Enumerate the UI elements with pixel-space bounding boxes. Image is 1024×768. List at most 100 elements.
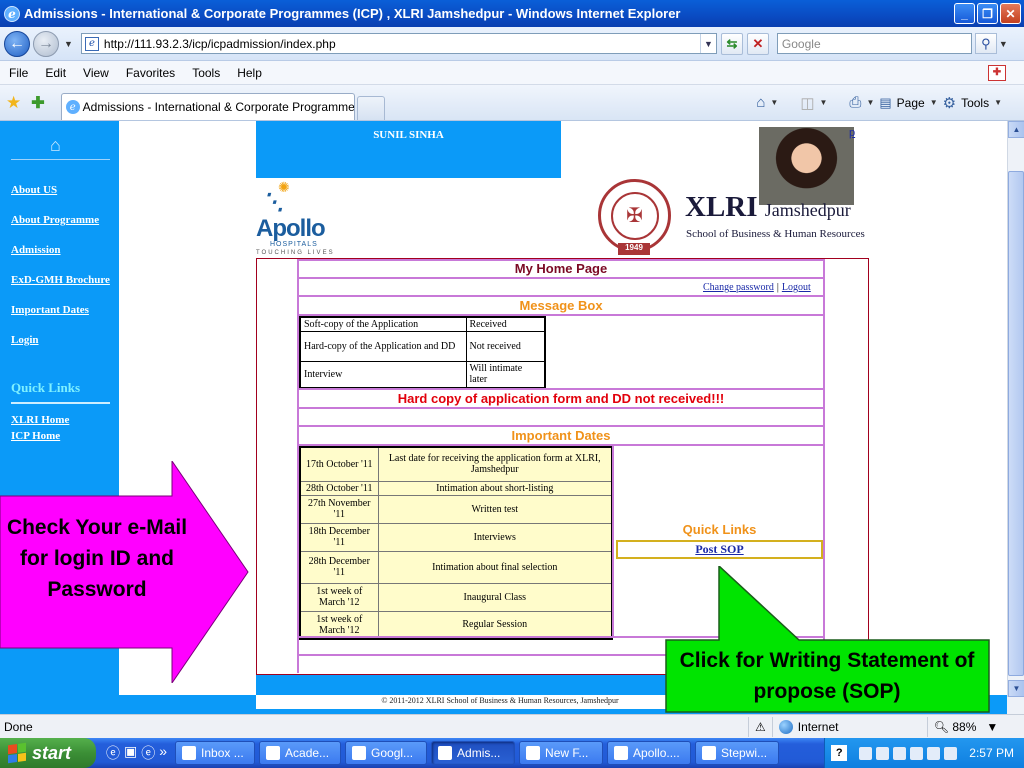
page-viewport: ⌂ About US About Programme Admission ExD… [0,121,1007,714]
task-inbox[interactable]: Inbox ... [175,741,256,765]
date-cell: 28th December '11 [299,550,379,584]
forward-button[interactable]: → [33,30,59,57]
tools-menu[interactable]: Tools [961,96,989,110]
help-icon[interactable]: ? [831,745,848,761]
page-menu[interactable]: Page [897,96,925,110]
sidebar-item-xlri-home[interactable]: XLRI Home [11,414,69,426]
warning-message: Hard copy of application form and DD not… [397,391,725,406]
date-cell: 1st week of March '12 [299,582,379,612]
task-new-folder[interactable]: New F... [519,741,604,765]
favorites-star-icon[interactable]: ★ [6,93,21,113]
home-icon[interactable]: ⌂ [50,135,61,156]
desktop-icon[interactable]: ▣ [124,743,137,763]
quick-links-heading: Quick Links [682,522,757,537]
home-dropdown[interactable]: ▼ [770,98,778,107]
ie-alt-icon[interactable]: ⓔ [141,743,155,763]
print-icon[interactable]: ⎙ [849,94,861,111]
post-sop-link[interactable]: Post SOP [616,540,823,559]
tray-icon[interactable] [927,746,941,760]
restore-button[interactable]: ❐ [977,3,998,24]
search-input[interactable]: Google [776,33,972,54]
address-bar[interactable]: e http://111.93.2.3/icp/icpadmission/ind… [80,33,717,54]
date-cell: 27th November '11 [299,494,379,524]
tray-icon[interactable] [910,746,924,760]
home-icon[interactable]: ⌂ [756,94,765,111]
tools-gear-icon[interactable]: ⚙ [943,94,956,112]
scroll-down-arrow-icon[interactable]: ▼ [1008,680,1024,697]
date-cell: 18th December '11 [299,522,379,552]
change-password-link[interactable]: Change password [703,282,774,293]
tray-icon[interactable] [876,746,890,760]
table-row: 27th November '11 Written test [299,494,613,524]
page-menu-icon[interactable]: ▤ [879,95,891,111]
ie-launch-icon[interactable]: ⓔ [106,743,120,763]
user-name: SUNIL SINHA [373,129,444,141]
sidebar-item-important-dates[interactable]: Important Dates [11,304,89,316]
menu-tools[interactable]: Tools [183,66,228,80]
sidebar-item-about-us[interactable]: About US [11,184,57,196]
sidebar-item-icp-home[interactable]: ICP Home [11,430,60,442]
sidebar-divider [11,159,110,160]
print-dropdown[interactable]: ▼ [866,98,874,107]
photo-link[interactable]: p [849,127,855,139]
quick-links-divider [11,402,110,404]
page-dropdown[interactable]: ▼ [930,98,938,107]
feeds-dropdown[interactable]: ▼ [820,98,828,107]
table-row: 28th December '11 Intimation about final … [299,550,613,584]
toolbar-addon-icon[interactable]: ✚ [988,64,1006,81]
close-button[interactable]: ✕ [1000,3,1021,24]
xlri-seal-logo: ✠ 1949 [598,179,671,255]
task-admissions[interactable]: Admis... [431,741,516,765]
vertical-scrollbar[interactable]: ▲ ▼ [1007,121,1024,697]
sidebar-item-admission[interactable]: Admission [11,244,61,256]
menu-favorites[interactable]: Favorites [117,66,183,80]
sidebar-item-about-programme[interactable]: About Programme [11,214,99,226]
add-favorite-icon[interactable]: ✚ [31,93,44,113]
message-status: Will intimate later [465,361,546,388]
scroll-thumb[interactable] [1008,171,1024,676]
tray-icon[interactable] [859,746,873,760]
zoom-control[interactable]: 🔍︎ 88% ▼ [926,716,1024,737]
event-cell: Intimation about short-listing [377,480,613,496]
menu-view[interactable]: View [74,66,117,80]
new-tab-button[interactable] [356,96,385,120]
start-button[interactable]: start [0,738,96,768]
menu-help[interactable]: Help [228,66,270,80]
feeds-icon[interactable]: ◫ [800,94,814,112]
task-academic[interactable]: Acade... [259,741,342,765]
sidebar-item-login[interactable]: Login [11,334,39,346]
menu-edit[interactable]: Edit [36,66,74,80]
clock[interactable]: 2:57 PM [969,746,1014,760]
more-launch-icon[interactable]: » [159,743,167,763]
account-links: Change password | Logout [703,282,811,293]
event-cell: Written test [377,494,613,524]
back-button[interactable]: ← [4,30,30,57]
scroll-up-arrow-icon[interactable]: ▲ [1008,121,1024,138]
task-stepwise[interactable]: Stepwi... [695,741,780,765]
tab-admissions[interactable]: e Admissions - International & Corporate… [60,93,355,120]
zone-indicator: Internet [771,716,927,737]
minimize-button[interactable]: _ [954,3,975,24]
logout-link[interactable]: Logout [782,282,811,293]
tools-dropdown[interactable]: ▼ [994,98,1002,107]
apollo-mark-icon: ⋱ [262,189,284,214]
tab-title: Admissions - International & Corporate P… [82,100,355,114]
recent-pages-dropdown[interactable]: ▼ [64,39,73,49]
task-apollo[interactable]: Apollo.... [607,741,692,765]
sidebar-item-brochure[interactable]: ExD-GMH Brochure [11,274,110,286]
message-box-title: Message Box [519,298,603,313]
table-row: 18th December '11 Interviews [299,522,613,552]
security-icon: ⚠ [748,716,772,737]
url-dropdown-icon[interactable]: ▼ [699,34,716,53]
title-bar: e Admissions - International & Corporate… [0,0,1024,27]
stop-button[interactable]: ✕ [746,32,769,55]
task-google[interactable]: Googl... [345,741,428,765]
system-tray: ? 2:57 PM [824,738,1024,768]
search-icon[interactable]: ⚲ [974,33,997,54]
tray-icon[interactable] [944,746,958,760]
menu-file[interactable]: File [0,66,36,80]
url-text[interactable]: http://111.93.2.3/icp/icpadmission/index… [104,37,700,51]
tray-icon[interactable] [893,746,907,760]
search-options-dropdown[interactable]: ▼ [999,39,1011,49]
refresh-button[interactable]: ⇆ [720,32,743,55]
